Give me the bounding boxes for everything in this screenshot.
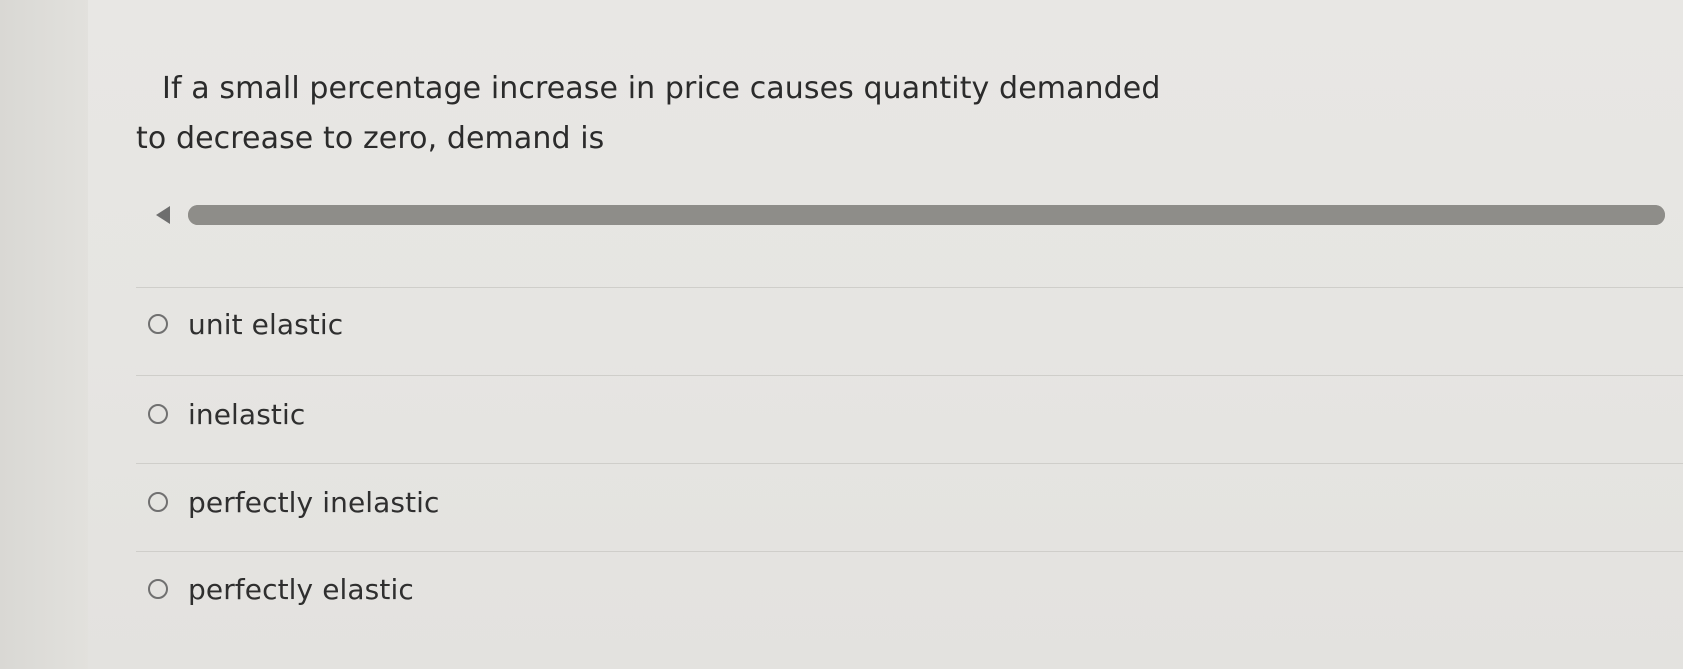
radio-button[interactable] — [148, 492, 168, 512]
option-label: inelastic — [188, 397, 306, 431]
divider — [136, 287, 1683, 288]
divider — [136, 551, 1683, 552]
page-background: If a small percentage increase in price … — [0, 0, 1683, 669]
option-unit-elastic[interactable]: unit elastic — [148, 294, 1648, 354]
option-perfectly-elastic[interactable]: perfectly elastic — [148, 559, 1648, 619]
option-perfectly-inelastic[interactable]: perfectly inelastic — [148, 472, 1648, 532]
option-label: perfectly elastic — [188, 572, 414, 606]
radio-button[interactable] — [148, 404, 168, 424]
option-inelastic[interactable]: inelastic — [148, 384, 1648, 444]
progress-track[interactable] — [188, 205, 1665, 225]
question-text: If a small percentage increase in price … — [136, 64, 1196, 164]
option-label: unit elastic — [188, 307, 344, 341]
media-player-bar — [150, 202, 1665, 228]
progress-fill — [188, 205, 1665, 225]
radio-button[interactable] — [148, 579, 168, 599]
question-line-1: If a small percentage increase in price … — [162, 71, 1161, 106]
option-label: perfectly inelastic — [188, 485, 440, 519]
radio-button[interactable] — [148, 314, 168, 334]
question-line-2: to decrease to zero, demand is — [136, 121, 605, 156]
divider — [136, 463, 1683, 464]
divider — [136, 375, 1683, 376]
play-left-icon[interactable] — [156, 206, 170, 224]
